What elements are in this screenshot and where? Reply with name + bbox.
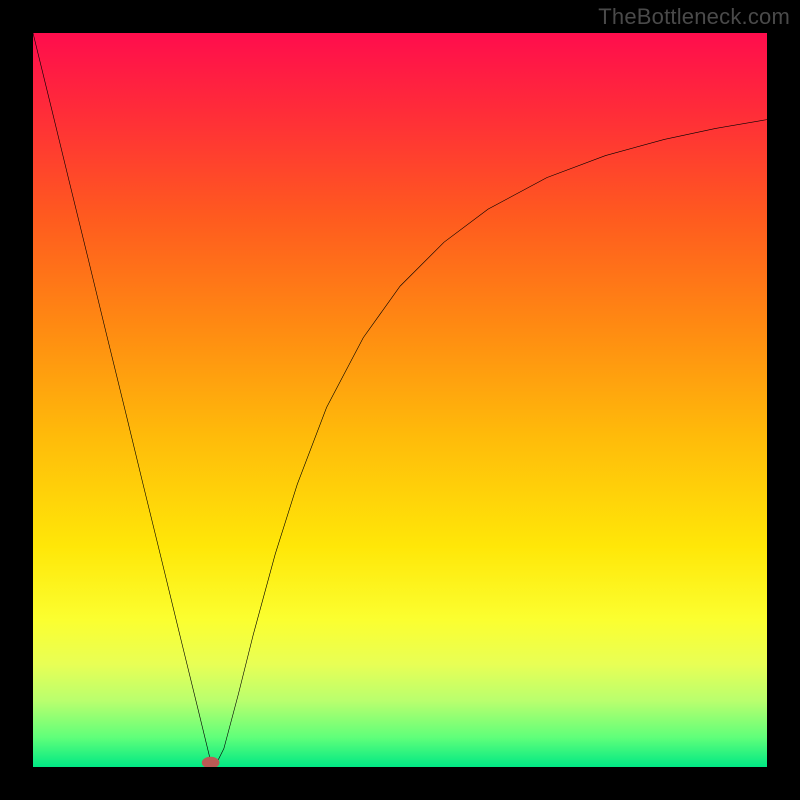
plot-area	[33, 33, 767, 767]
gradient-background	[33, 33, 767, 767]
watermark-text: TheBottleneck.com	[598, 4, 790, 30]
chart-svg	[33, 33, 767, 767]
chart-frame: TheBottleneck.com	[0, 0, 800, 800]
